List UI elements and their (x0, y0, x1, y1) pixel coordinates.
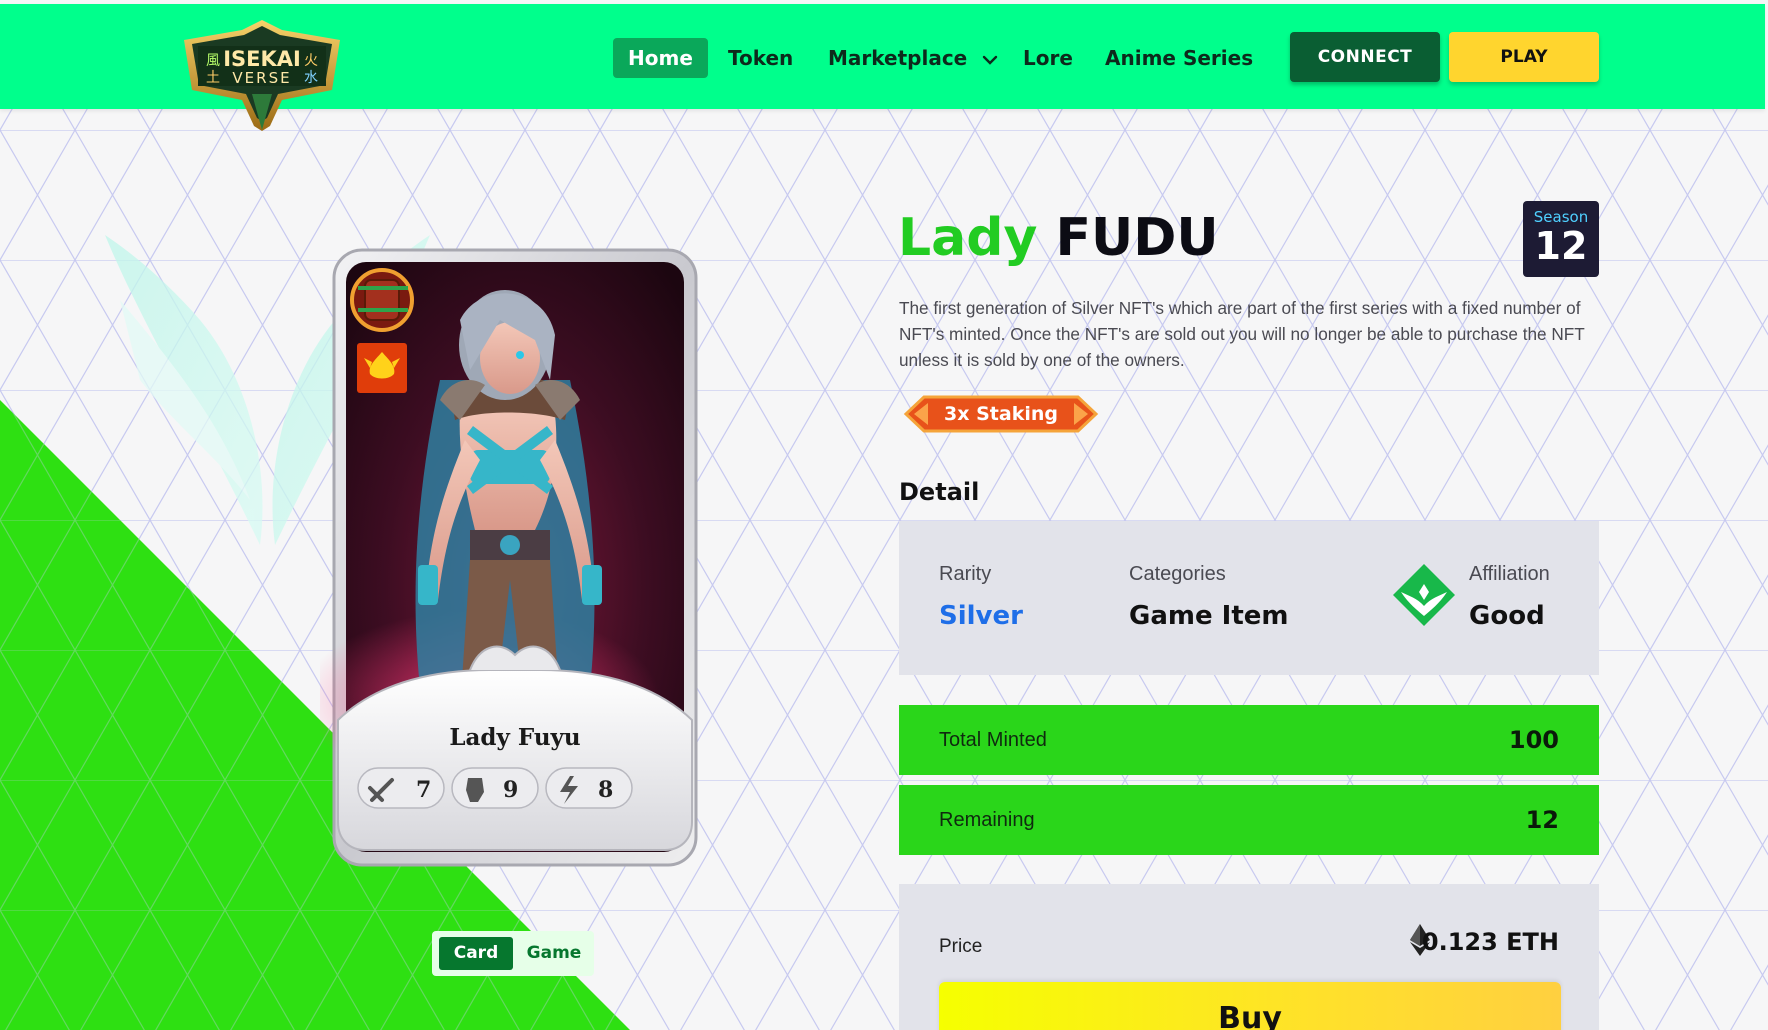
total-minted-label: Total Minted (939, 729, 1047, 751)
nav-token[interactable]: Token (713, 38, 808, 78)
season-badge: Season 12 (1523, 201, 1599, 277)
card-stat-attack-value: 7 (416, 777, 431, 803)
logo-kanji-fire: 火 (304, 53, 318, 69)
total-minted-bar: Total Minted 100 (899, 705, 1599, 775)
nft-title: Lady FUDU (898, 208, 1219, 268)
play-button[interactable]: PLAY (1449, 32, 1599, 82)
price-label: Price (939, 936, 983, 957)
toggle-card-button[interactable]: Card (439, 937, 513, 970)
phoenix-icon (357, 343, 407, 393)
season-number: 12 (1534, 224, 1588, 268)
price-panel: Price 0.123 ETH Buy (899, 884, 1599, 1030)
nft-title-second: FUDU (1055, 208, 1219, 268)
nft-title-first: Lady (898, 208, 1038, 268)
card-stat-speed-value: 8 (598, 777, 613, 803)
chevron-down-icon (983, 55, 998, 65)
nav-marketplace[interactable]: Marketplace (813, 38, 1013, 78)
logo-kanji-water: 水 (304, 70, 318, 86)
remaining-label: Remaining (939, 809, 1035, 831)
card-stat-speed: 8 (545, 767, 633, 809)
detail-panel: Rarity Silver Categories Game Item Affil… (899, 521, 1599, 675)
logo-kanji-wind: 風 (206, 53, 220, 69)
affiliation-label: Affiliation (1469, 563, 1550, 585)
nav-marketplace-label: Marketplace (828, 46, 968, 70)
nav-anime-series-label: Anime Series (1105, 46, 1254, 70)
nft-card[interactable]: Lady Fuyu 7 9 8 (320, 240, 710, 880)
good-wings-icon (1393, 564, 1455, 626)
card-stat-strength-value: 9 (503, 777, 518, 803)
background-pattern (0, 100, 1768, 1030)
view-toggle: Card Game (432, 931, 594, 976)
nav-token-label: Token (728, 46, 794, 70)
buy-button[interactable]: Buy (939, 982, 1561, 1030)
logo-text-isekai: ISEKAI (223, 47, 301, 71)
rarity-label: Rarity (939, 563, 992, 585)
staking-badge-label: 3x Staking (944, 403, 1058, 425)
remaining-value: 12 (1525, 806, 1559, 834)
rarity-value: Silver (939, 601, 1023, 631)
card-stat-attack: 7 (357, 767, 445, 809)
remaining-bar: Remaining 12 (899, 785, 1599, 855)
total-minted-value: 100 (1508, 726, 1559, 754)
nav-home[interactable]: Home (613, 38, 708, 78)
toggle-game-button[interactable]: Game (520, 937, 588, 970)
card-stat-strength: 9 (451, 767, 539, 809)
nav-home-label: Home (628, 46, 693, 70)
logo-text-verse: VERSE (232, 69, 291, 87)
card-name: Lady Fuyu (449, 724, 580, 751)
nav-lore[interactable]: Lore (1008, 38, 1088, 78)
logo-kanji-earth: 土 (206, 70, 220, 86)
categories-label: Categories (1129, 563, 1226, 585)
isekaiverse-logo[interactable]: 風 火 土 水 ISEKAI VERSE (182, 18, 342, 133)
categories-value: Game Item (1129, 601, 1289, 631)
detail-heading: Detail (899, 478, 980, 506)
affiliation-value: Good (1469, 601, 1545, 631)
staking-badge: 3x Staking (900, 393, 1102, 435)
nav-lore-label: Lore (1023, 46, 1073, 70)
nav-anime-series[interactable]: Anime Series (1090, 38, 1268, 78)
nft-description: The first generation of Silver NFT's whi… (899, 298, 1585, 370)
price-value: 0.123 ETH (1421, 928, 1559, 956)
connect-button[interactable]: CONNECT (1290, 32, 1440, 82)
barrel-weapon-icon (350, 268, 414, 332)
